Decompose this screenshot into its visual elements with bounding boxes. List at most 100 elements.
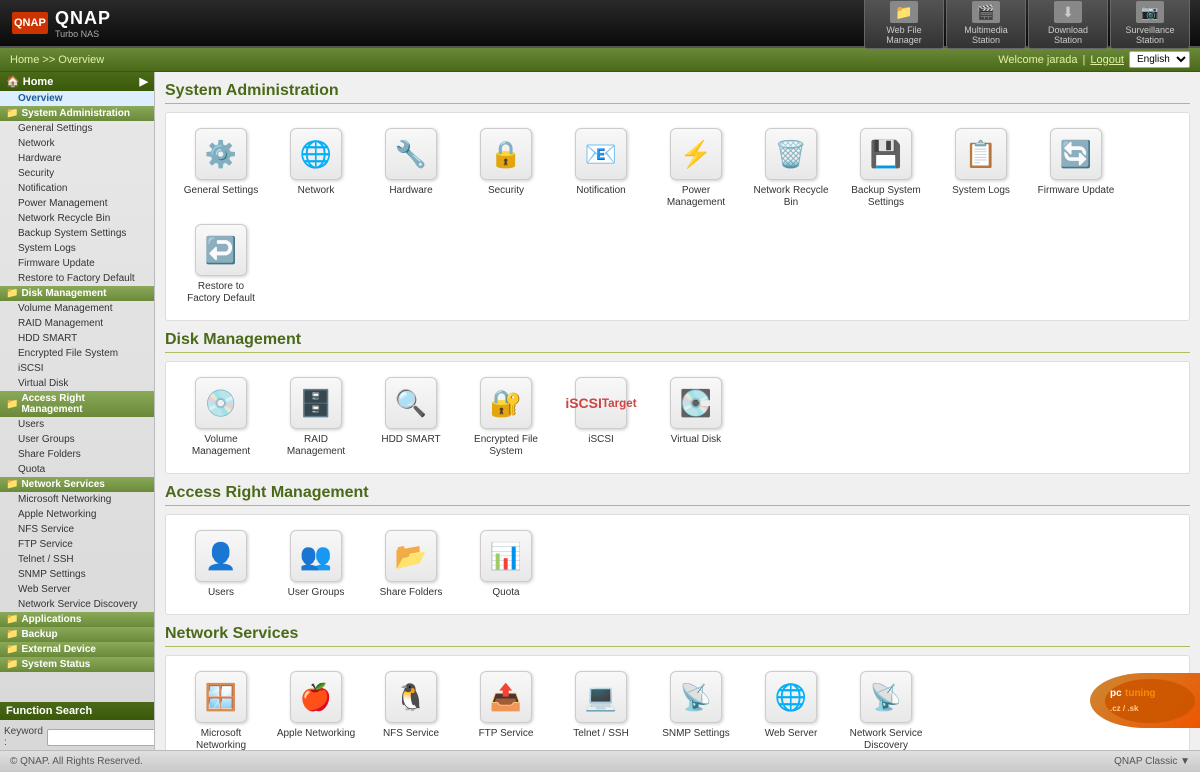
sidebar-section-external-device[interactable]: 📁 External Device <box>0 642 154 657</box>
sidebar-item-user-groups[interactable]: User Groups <box>0 432 154 447</box>
language-selector[interactable]: English <box>1129 51 1190 68</box>
firmware-update-icon: 🔄 <box>1050 128 1102 180</box>
system-admin-grid: ⚙️ General Settings 🌐 Network 🔧 Hardware… <box>165 112 1190 321</box>
sidebar-item-network-service-discovery[interactable]: Network Service Discovery <box>0 597 154 612</box>
section-title-system-admin: System Administration <box>165 82 1190 104</box>
search-keyword-label: Keyword : <box>4 726 43 748</box>
sidebar-section-access-right[interactable]: 📁 Access Right Management <box>0 391 154 417</box>
icon-restore-factory[interactable]: ↩️ Restore to Factory Default <box>176 219 266 310</box>
sidebar-item-quota[interactable]: Quota <box>0 462 154 477</box>
sidebar-collapse-icon[interactable]: ▶ <box>140 75 148 88</box>
sidebar-item-hdd-smart[interactable]: HDD SMART <box>0 331 154 346</box>
content-wrap: System Administration ⚙️ General Setting… <box>155 72 1200 750</box>
sidebar-item-network[interactable]: Network <box>0 136 154 151</box>
sidebar-section-backup[interactable]: 📁 Backup <box>0 627 154 642</box>
sidebar-item-hardware[interactable]: Hardware <box>0 151 154 166</box>
icon-security[interactable]: 🔒 Security <box>461 123 551 214</box>
general-settings-icon: ⚙️ <box>195 128 247 180</box>
top-icon-web-file-manager[interactable]: 📁 Web File Manager <box>864 0 944 49</box>
icon-volume-management[interactable]: 💿 Volume Management <box>176 372 266 463</box>
sidebar-item-restore-factory[interactable]: Restore to Factory Default <box>0 271 154 286</box>
logout-link[interactable]: Logout <box>1090 54 1124 66</box>
sidebar-item-telnet-ssh[interactable]: Telnet / SSH <box>0 552 154 567</box>
icon-snmp-settings[interactable]: 📡 SNMP Settings <box>651 666 741 750</box>
sidebar-item-general-settings[interactable]: General Settings <box>0 121 154 136</box>
sidebar-section-label: Disk Management <box>21 288 106 299</box>
hardware-icon: 🔧 <box>385 128 437 180</box>
sidebar-item-virtual-disk[interactable]: Virtual Disk <box>0 376 154 391</box>
icon-nfs-service[interactable]: 🐧 NFS Service <box>366 666 456 750</box>
sidebar-item-iscsi[interactable]: iSCSI <box>0 361 154 376</box>
quota-icon: 📊 <box>480 530 532 582</box>
nfs-service-label: NFS Service <box>383 728 439 740</box>
icon-encrypted-file-system[interactable]: 🔐 Encrypted File System <box>461 372 551 463</box>
backup-system-settings-label: Backup System Settings <box>846 185 926 209</box>
icon-microsoft-networking[interactable]: 🪟 Microsoft Networking <box>176 666 266 750</box>
icon-network[interactable]: 🌐 Network <box>271 123 361 214</box>
icon-firmware-update[interactable]: 🔄 Firmware Update <box>1031 123 1121 214</box>
sidebar-item-firmware-update[interactable]: Firmware Update <box>0 256 154 271</box>
sidebar-item-security[interactable]: Security <box>0 166 154 181</box>
icon-hardware[interactable]: 🔧 Hardware <box>366 123 456 214</box>
icon-network-service-discovery[interactable]: 📡 Network Service Discovery <box>841 666 931 750</box>
icon-notification[interactable]: 📧 Notification <box>556 123 646 214</box>
icon-apple-networking[interactable]: 🍎 Apple Networking <box>271 666 361 750</box>
sidebar-item-backup-system-settings[interactable]: Backup System Settings <box>0 226 154 241</box>
web-file-manager-icon: 📁 <box>890 1 918 23</box>
sidebar-bottom: Function Search Keyword : <box>0 702 154 750</box>
icon-power-management[interactable]: ⚡ Power Management <box>651 123 741 214</box>
sidebar-section-system-admin[interactable]: 📁 System Administration <box>0 106 154 121</box>
top-icon-surveillance-station[interactable]: 📷 Surveillance Station <box>1110 0 1190 49</box>
sidebar-item-nfs-service[interactable]: NFS Service <box>0 522 154 537</box>
icon-users[interactable]: 👤 Users <box>176 525 266 604</box>
icon-telnet-ssh[interactable]: 💻 Telnet / SSH <box>556 666 646 750</box>
ftp-service-label: FTP Service <box>479 728 534 740</box>
web-server-icon: 🌐 <box>765 671 817 723</box>
search-input[interactable] <box>47 729 155 746</box>
icon-system-logs[interactable]: 📋 System Logs <box>936 123 1026 214</box>
icon-share-folders[interactable]: 📂 Share Folders <box>366 525 456 604</box>
sidebar-item-notification[interactable]: Notification <box>0 181 154 196</box>
sidebar-section-system-status[interactable]: 📁 System Status <box>0 657 154 672</box>
sidebar-section-label: Applications <box>21 614 81 625</box>
folder-icon: 📁 <box>6 644 18 655</box>
sidebar-item-web-server[interactable]: Web Server <box>0 582 154 597</box>
sidebar-item-system-logs[interactable]: System Logs <box>0 241 154 256</box>
icon-quota[interactable]: 📊 Quota <box>461 525 551 604</box>
version-label[interactable]: QNAP Classic ▼ <box>1114 756 1190 767</box>
top-icon-multimedia-station[interactable]: 🎬 Multimedia Station <box>946 0 1026 49</box>
icon-general-settings[interactable]: ⚙️ General Settings <box>176 123 266 214</box>
sidebar-item-power-management[interactable]: Power Management <box>0 196 154 211</box>
top-icon-download-station[interactable]: ⬇ Download Station <box>1028 0 1108 49</box>
sidebar-section-disk-management[interactable]: 📁 Disk Management <box>0 286 154 301</box>
icon-iscsi[interactable]: iSCSITarget iSCSI <box>556 372 646 463</box>
sidebar-item-apple-networking[interactable]: Apple Networking <box>0 507 154 522</box>
sidebar-item-ftp-service[interactable]: FTP Service <box>0 537 154 552</box>
sidebar-item-volume-management[interactable]: Volume Management <box>0 301 154 316</box>
sidebar-home-header[interactable]: 🏠 Home ▶ <box>0 72 154 91</box>
sidebar-item-network-recycle-bin[interactable]: Network Recycle Bin <box>0 211 154 226</box>
sidebar-item-microsoft-networking[interactable]: Microsoft Networking <box>0 492 154 507</box>
download-station-icon: ⬇ <box>1054 1 1082 23</box>
icon-backup-system-settings[interactable]: 💾 Backup System Settings <box>841 123 931 214</box>
icon-hdd-smart[interactable]: 🔍 HDD SMART <box>366 372 456 463</box>
navbar: Home >> Overview Welcome jarada | Logout… <box>0 48 1200 72</box>
icon-ftp-service[interactable]: 📤 FTP Service <box>461 666 551 750</box>
sidebar-item-snmp-settings[interactable]: SNMP Settings <box>0 567 154 582</box>
web-server-label: Web Server <box>765 728 818 740</box>
section-title-network-services: Network Services <box>165 625 1190 647</box>
sidebar-item-users[interactable]: Users <box>0 417 154 432</box>
icon-network-recycle-bin[interactable]: 🗑️ Network Recycle Bin <box>746 123 836 214</box>
icon-virtual-disk[interactable]: 💽 Virtual Disk <box>651 372 741 463</box>
folder-icon: 📁 <box>6 614 18 625</box>
sidebar-item-raid-management[interactable]: RAID Management <box>0 316 154 331</box>
sidebar-item-encrypted-file-system[interactable]: Encrypted File System <box>0 346 154 361</box>
sidebar-item-share-folders[interactable]: Share Folders <box>0 447 154 462</box>
sidebar-item-overview[interactable]: Overview <box>0 91 154 106</box>
sidebar-section-applications[interactable]: 📁 Applications <box>0 612 154 627</box>
top-icons-bar: 📁 Web File Manager 🎬 Multimedia Station … <box>864 0 1190 49</box>
icon-web-server[interactable]: 🌐 Web Server <box>746 666 836 750</box>
icon-user-groups[interactable]: 👥 User Groups <box>271 525 361 604</box>
icon-raid-management[interactable]: 🗄️ RAID Management <box>271 372 361 463</box>
sidebar-section-network-services[interactable]: 📁 Network Services <box>0 477 154 492</box>
